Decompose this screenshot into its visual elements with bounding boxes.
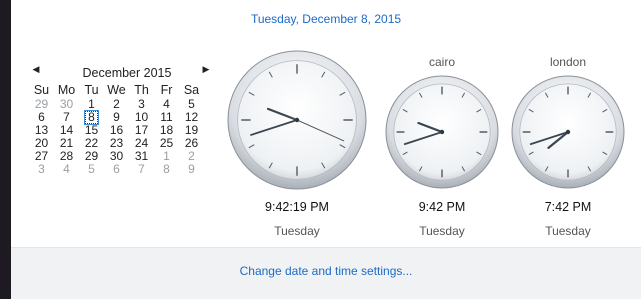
calendar: ◀ December 2015 ▶ Su Mo Tu We Th Fr Sa 2… <box>29 64 229 176</box>
weekday-label: Sa <box>183 82 200 97</box>
analog-clock-face-icon <box>385 75 499 189</box>
clock-label: london <box>549 55 587 69</box>
weekday-label: Th <box>134 82 149 97</box>
change-settings-link[interactable]: Change date and time settings... <box>11 264 641 278</box>
calendar-day[interactable]: 6 <box>104 163 129 176</box>
clock-center-pin <box>439 129 445 135</box>
calendar-day[interactable]: 4 <box>54 163 79 176</box>
calendar-day[interactable]: 3 <box>29 163 54 176</box>
clock-time: 9:42 PM <box>418 200 466 214</box>
weekday-label: Su <box>33 82 50 97</box>
calendar-month-label[interactable]: December 2015 <box>57 66 197 80</box>
london-clock: london 7:42 PM Tuesday <box>510 55 626 240</box>
weekday-header-row: Su Mo Tu We Th Fr Sa <box>29 82 204 98</box>
full-date-link[interactable]: Tuesday, December 8, 2015 <box>11 12 641 26</box>
clock-day: Tuesday <box>274 224 320 238</box>
calendar-week-row: 3 4 5 6 7 8 9 <box>29 163 204 176</box>
date-time-flyout: Tuesday, December 8, 2015 ◀ December 201… <box>11 0 641 299</box>
clock-day: Tuesday <box>419 224 465 238</box>
clock-center-pin <box>565 129 571 135</box>
calendar-day[interactable]: 9 <box>179 163 204 176</box>
clock-time: 9:42:19 PM <box>265 200 329 214</box>
calendar-day[interactable]: 5 <box>79 163 104 176</box>
local-clock: 9:42:19 PM Tuesday <box>227 50 367 240</box>
analog-clock-face-icon <box>227 50 367 190</box>
calendar-day[interactable]: 7 <box>129 163 154 176</box>
weekday-label: Fr <box>160 82 173 97</box>
cairo-clock: cairo 9:42 PM Tuesday <box>384 55 500 240</box>
clock-center-pin <box>294 117 300 123</box>
calendar-grid: Su Mo Tu We Th Fr Sa 29 30 1 2 3 4 5 6 7… <box>29 82 204 176</box>
clock-time: 7:42 PM <box>544 200 592 214</box>
next-month-icon[interactable]: ▶ <box>199 64 213 75</box>
calendar-day[interactable]: 8 <box>154 163 179 176</box>
weekday-label: We <box>107 82 126 97</box>
flyout-footer: Change date and time settings... <box>11 247 641 299</box>
clock-label: cairo <box>428 55 455 69</box>
weekday-label: Tu <box>84 82 99 97</box>
previous-month-icon[interactable]: ◀ <box>29 64 43 75</box>
calendar-header: ◀ December 2015 ▶ <box>29 64 229 82</box>
analog-clock-face-icon <box>511 75 625 189</box>
weekday-label: Mo <box>57 82 76 97</box>
clock-day: Tuesday <box>545 224 591 238</box>
